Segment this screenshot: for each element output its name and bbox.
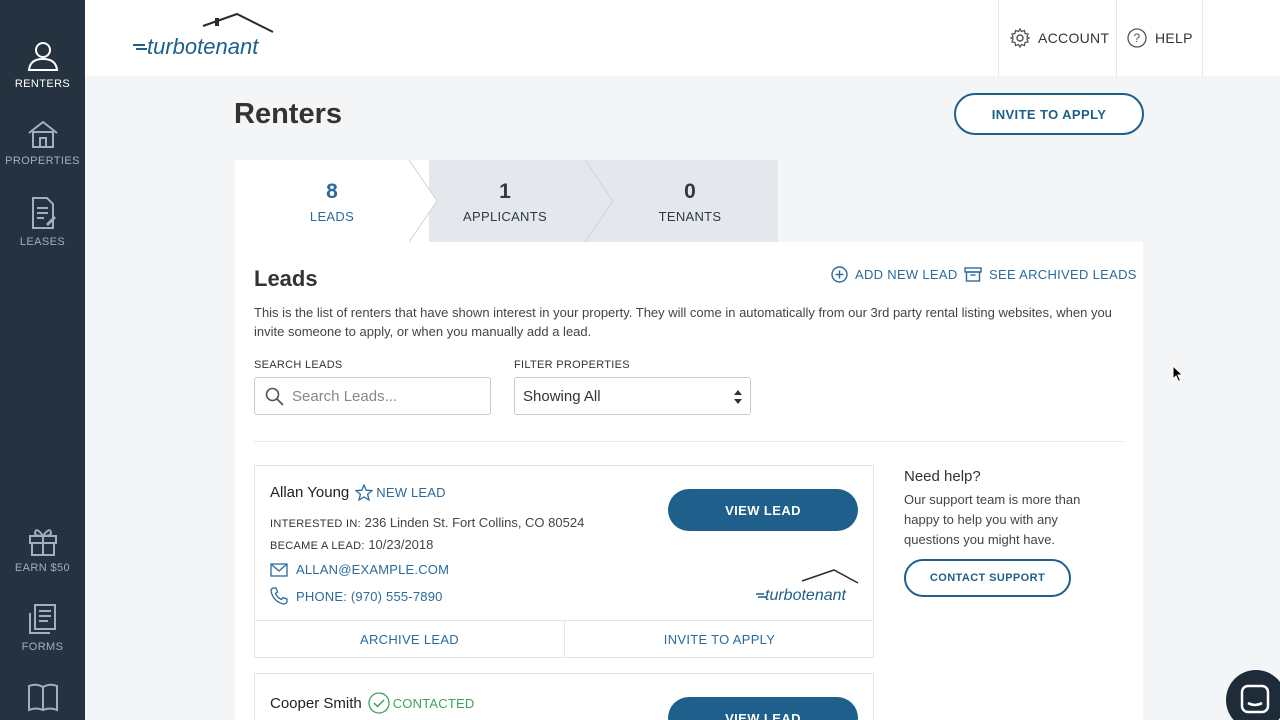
- forms-icon: [28, 604, 56, 634]
- view-lead-button[interactable]: VIEW LEAD: [668, 489, 858, 531]
- check-circle-icon: [368, 692, 390, 714]
- chat-launcher[interactable]: [1226, 670, 1280, 720]
- gift-icon: [28, 529, 57, 556]
- tab-tenants[interactable]: 0 TENANTS: [615, 160, 765, 242]
- lead-name[interactable]: Allan Young: [270, 484, 349, 501]
- tab-count: 8: [326, 180, 338, 203]
- house-icon: [27, 120, 58, 148]
- tab-leads[interactable]: 8 LEADS: [235, 160, 429, 242]
- invite-to-apply-lead-button[interactable]: INVITE TO APPLY: [565, 621, 874, 658]
- lead-source-logo: turbotenant: [754, 569, 860, 608]
- help-label: HELP: [1155, 30, 1193, 46]
- sidebar-item-renters[interactable]: RENTERS: [0, 40, 85, 90]
- page-title: Renters: [234, 98, 342, 130]
- tab-count: 1: [499, 180, 511, 203]
- tab-count: 0: [684, 180, 696, 203]
- lead-card: Allan Young NEW LEAD INTERESTED IN: 236 …: [254, 465, 874, 658]
- sidebar-item-book[interactable]: [0, 682, 85, 718]
- became-a-lead-value: 10/23/2018: [368, 537, 434, 552]
- lead-card-footer: ARCHIVE LEAD INVITE TO APPLY: [255, 620, 874, 658]
- interested-in-label: INTERESTED IN:: [270, 518, 361, 530]
- select-arrows-icon: [734, 390, 742, 404]
- sidebar-item-label: LEASES: [19, 236, 66, 248]
- filter-value: Showing All: [523, 387, 601, 405]
- add-new-lead-label: ADD NEW LEAD: [855, 267, 958, 282]
- gear-icon: [1010, 28, 1030, 48]
- lead-email: ALLAN@EXAMPLE.COM: [296, 562, 450, 577]
- tab-label: LEADS: [309, 209, 355, 224]
- top-bar: turbotenant ACCOUNT ? HELP: [85, 0, 1280, 76]
- became-a-lead-label: BECAME A LEAD:: [270, 540, 365, 552]
- svg-text:?: ?: [1134, 31, 1141, 45]
- sidebar-item-label: EARN $50: [14, 562, 71, 574]
- chat-icon: [1240, 684, 1270, 714]
- leads-title: Leads: [254, 266, 318, 291]
- help-title: Need help?: [904, 468, 981, 485]
- turbotenant-logo[interactable]: turbotenant: [131, 12, 276, 63]
- sidebar-item-forms[interactable]: FORMS: [0, 603, 85, 653]
- mail-icon: [270, 562, 288, 577]
- lead-status: CONTACTED: [392, 695, 475, 711]
- tab-chevron-divider: [585, 160, 614, 242]
- sidebar: RENTERS PROPERTIES LEASES EARN $50 FORMS: [0, 0, 85, 720]
- mouse-cursor: [1172, 365, 1184, 383]
- sidebar-item-label: FORMS: [21, 641, 64, 653]
- lead-phone: PHONE: (970) 555-7890: [296, 588, 443, 604]
- tab-label: TENANTS: [658, 209, 722, 224]
- add-new-lead-link[interactable]: ADD NEW LEAD: [831, 266, 958, 283]
- filter-properties-label: FILTER PROPERTIES: [514, 359, 630, 371]
- account-label: ACCOUNT: [1038, 30, 1110, 46]
- renter-tabs: 8 LEADS 1 APPLICANTS 0 TENANTS: [235, 160, 778, 242]
- help-text: Our support team is more than happy to h…: [904, 492, 1081, 547]
- new-lead-badge: NEW LEAD: [355, 484, 446, 501]
- see-archived-leads-label: SEE ARCHIVED LEADS: [989, 266, 1137, 282]
- account-link[interactable]: ACCOUNT: [1010, 0, 1109, 76]
- divider: [254, 441, 1124, 442]
- lead-card: Cooper Smith CONTACTED VIEW LEAD: [254, 673, 874, 720]
- sidebar-item-label: RENTERS: [14, 78, 71, 90]
- lead-name[interactable]: Cooper Smith: [270, 695, 362, 712]
- plus-circle-icon: [831, 266, 848, 283]
- lead-status: NEW LEAD: [376, 485, 446, 500]
- search-leads-label: SEARCH LEADS: [254, 359, 343, 371]
- became-a-lead: BECAME A LEAD: 10/23/2018: [270, 537, 433, 552]
- sidebar-item-properties[interactable]: PROPERTIES: [0, 119, 85, 167]
- lead-name-row: Allan Young NEW LEAD: [270, 484, 446, 501]
- view-lead-button[interactable]: VIEW LEAD: [668, 697, 858, 720]
- lead-phone-link[interactable]: PHONE: (970) 555-7890: [270, 587, 443, 605]
- sidebar-item-label: PROPERTIES: [5, 155, 80, 167]
- archive-icon: [964, 267, 982, 282]
- interested-in-value: 236 Linden St. Fort Collins, CO 80524: [364, 515, 585, 530]
- renters-icon: [27, 42, 58, 71]
- search-leads-input[interactable]: [292, 387, 482, 405]
- contact-support-button[interactable]: CONTACT SUPPORT: [904, 559, 1071, 597]
- lead-name-row: Cooper Smith CONTACTED: [270, 692, 474, 714]
- sidebar-item-leases[interactable]: LEASES: [0, 196, 85, 248]
- phone-icon: [270, 587, 288, 605]
- tab-applicants[interactable]: 1 APPLICANTS: [435, 160, 575, 242]
- filter-properties-select[interactable]: Showing All: [514, 377, 751, 415]
- interested-in: INTERESTED IN: 236 Linden St. Fort Colli…: [270, 515, 584, 530]
- contacted-badge: CONTACTED: [368, 692, 475, 714]
- book-icon: [27, 683, 58, 712]
- help-icon: ?: [1127, 28, 1147, 48]
- lead-email-link[interactable]: ALLAN@EXAMPLE.COM: [270, 562, 449, 577]
- leads-description: This is the list of renters that have sh…: [254, 305, 1112, 339]
- tab-label: APPLICANTS: [463, 209, 547, 224]
- help-link[interactable]: ? HELP: [1127, 0, 1193, 76]
- search-box: [254, 377, 491, 415]
- document-icon: [31, 197, 56, 229]
- star-icon: [355, 484, 374, 501]
- leads-panel: Leads ADD NEW LEAD SEE ARCHIVED LEADS Th…: [235, 242, 1143, 720]
- logo-text: turbotenant: [147, 34, 259, 58]
- archive-lead-button[interactable]: ARCHIVE LEAD: [255, 621, 564, 658]
- invite-to-apply-button[interactable]: INVITE TO APPLY: [954, 93, 1144, 135]
- sidebar-item-earn[interactable]: EARN $50: [0, 524, 85, 574]
- search-icon: [265, 387, 284, 406]
- see-archived-leads-link[interactable]: SEE ARCHIVED LEADS: [964, 266, 1137, 282]
- lead-source-logo-text: turbotenant: [765, 587, 847, 603]
